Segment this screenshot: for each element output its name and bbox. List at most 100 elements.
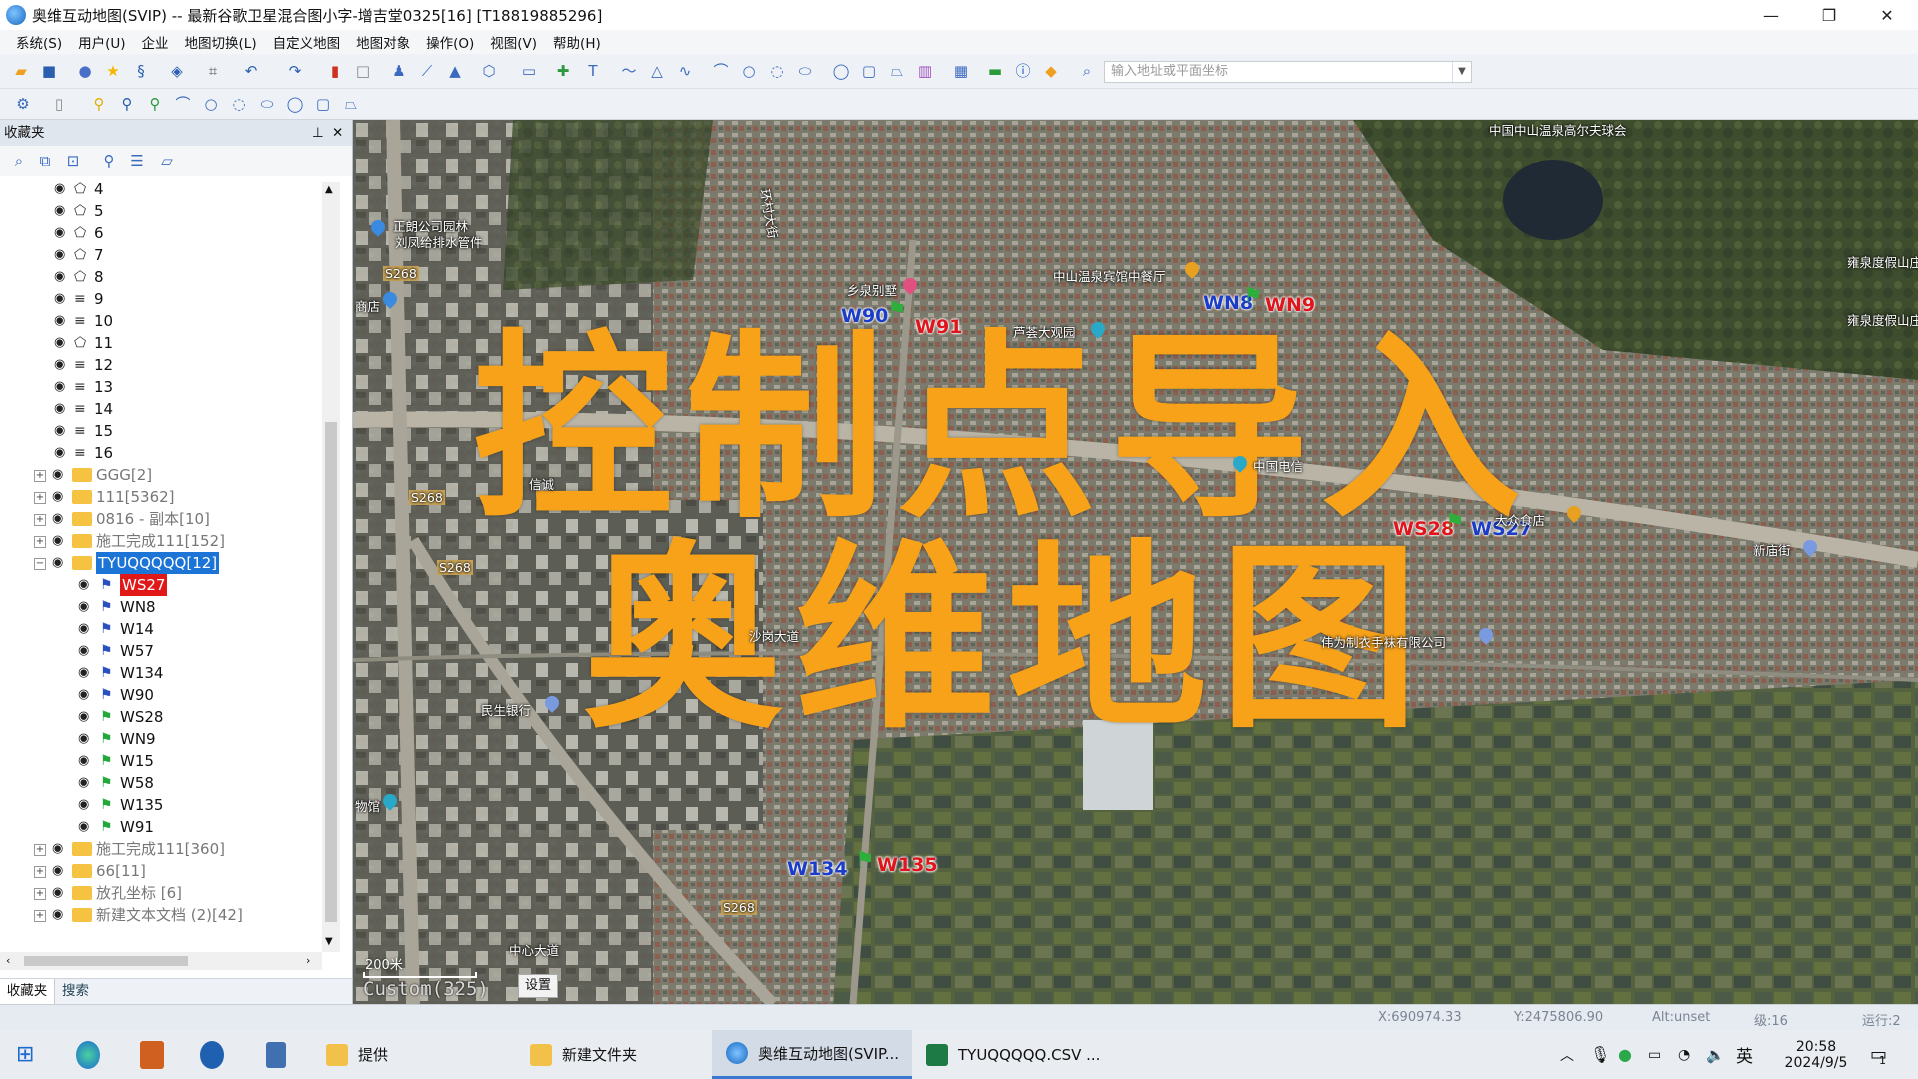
tree-row[interactable]: ◉ ⚑ W135 <box>0 794 320 816</box>
close-button[interactable]: ✕ <box>1858 0 1916 30</box>
taskbar-ovital-map[interactable]: 奥维互动地图(SVIP... <box>712 1030 912 1079</box>
marker-icon[interactable]: ⚲ <box>100 152 118 170</box>
poi-label[interactable]: 中山温泉宾馆中餐厅 <box>1053 266 1166 285</box>
tree-row[interactable]: ◉ ⚑ W58 <box>0 772 320 794</box>
tree-item-label[interactable]: WN9 <box>120 728 156 750</box>
control-point-label[interactable]: W135 <box>877 854 938 876</box>
chevron-up-icon[interactable]: ︿ <box>1560 1030 1580 1079</box>
tree-row[interactable]: + ◉ 施工完成111[152] <box>0 530 320 552</box>
tree-item-label[interactable]: 新建文本文档 (2)[42] <box>96 904 243 926</box>
wechat-icon[interactable]: ● <box>1618 1030 1640 1079</box>
redo-icon[interactable]: ↷ <box>286 62 304 80</box>
menu-view[interactable]: 视图(V) <box>482 32 545 52</box>
green-pin-icon[interactable]: ⚑ <box>1445 510 1465 535</box>
poi-label[interactable]: 中国中山温泉高尔夫球会 <box>1489 120 1627 139</box>
poi-label[interactable]: 伟为制衣手袜有限公司 <box>1321 632 1446 651</box>
chevron-down-icon[interactable]: ▼ <box>1452 62 1471 82</box>
tree-item-label[interactable]: 放孔坐标 [6] <box>96 882 182 904</box>
arc2-icon[interactable]: ◌ <box>230 95 248 113</box>
tree-item-label[interactable]: 7 <box>94 244 104 266</box>
tree-item-label[interactable]: W14 <box>120 618 154 640</box>
ruler-icon[interactable]: ⟋ <box>418 62 436 80</box>
tree-row[interactable]: ◉ ⚑ WS27 <box>0 574 320 596</box>
control-point-label[interactable]: W90 <box>841 305 888 327</box>
restore-button[interactable]: ❐ <box>1800 0 1858 30</box>
tree-item-label[interactable]: 13 <box>94 376 113 398</box>
visibility-eye-icon[interactable]: ◉ <box>54 358 70 371</box>
green-pin-icon[interactable]: ⚑ <box>855 848 875 873</box>
folder-icon[interactable]: ▱ <box>158 152 176 170</box>
tree-item-label[interactable]: 0816 - 副本[10] <box>96 508 210 530</box>
tree-item-label[interactable]: W57 <box>120 640 154 662</box>
menu-user[interactable]: 用户(U) <box>70 32 133 52</box>
tree-item-label[interactable]: 8 <box>94 266 104 288</box>
collapse-icon[interactable]: − <box>34 558 46 570</box>
yellow-pin-icon[interactable]: ⚲ <box>90 95 108 113</box>
poi-label[interactable]: 中心大道 <box>509 940 559 959</box>
battery-icon[interactable]: ▭ <box>1648 1030 1670 1079</box>
poi-label[interactable]: 新庙街 <box>1753 540 1791 559</box>
poi-label[interactable]: 乡泉别墅 <box>847 280 897 299</box>
circle-icon[interactable]: ○ <box>740 62 758 80</box>
tree-row[interactable]: ◉ ⚑ W14 <box>0 618 320 640</box>
tree-row[interactable]: ◉ ⚑ W90 <box>0 684 320 706</box>
tree-item-label[interactable]: 施工完成111[360] <box>96 838 225 860</box>
visibility-eye-icon[interactable]: ◉ <box>78 776 94 789</box>
open-icon[interactable]: ▰ <box>12 62 30 80</box>
tree-row[interactable]: ◉ ≡ 16 <box>0 442 320 464</box>
rect2-icon[interactable]: ▢ <box>314 95 332 113</box>
gradient-icon[interactable]: ▥ <box>916 62 934 80</box>
visibility-eye-icon[interactable]: ◉ <box>78 754 94 767</box>
poly2-icon[interactable]: ⏢ <box>342 95 360 113</box>
poly-shape-icon[interactable]: ⏢ <box>888 62 906 80</box>
tree-item-label[interactable]: 14 <box>94 398 113 420</box>
visibility-eye-icon[interactable]: ◉ <box>54 292 70 305</box>
curve-icon[interactable]: ∿ <box>676 62 694 80</box>
edge-icon[interactable] <box>76 1030 110 1079</box>
expand-icon[interactable]: + <box>34 866 46 878</box>
green-pin-icon[interactable]: ⚑ <box>887 298 907 323</box>
tree-item-label[interactable]: WN8 <box>120 596 156 618</box>
visibility-eye-icon[interactable]: ◉ <box>54 402 70 415</box>
tree-row[interactable]: ◉ ≡ 9 <box>0 288 320 310</box>
tree-row[interactable]: ◉ ⬠ 6 <box>0 222 320 244</box>
save-icon[interactable]: ■ <box>40 62 58 80</box>
visibility-eye-icon[interactable]: ◉ <box>52 468 68 481</box>
taskbar-folder-provide[interactable]: 提供 <box>326 1030 486 1079</box>
crop-icon[interactable]: ⌗ <box>204 62 222 80</box>
tab-favorites[interactable]: 收藏夹 <box>0 979 55 1005</box>
pin-panel-icon[interactable]: ⊥ <box>312 120 324 146</box>
tree-item-label[interactable]: WS28 <box>120 706 163 728</box>
marker-icon[interactable]: ♟ <box>390 62 408 80</box>
ring2-icon[interactable]: ◯ <box>286 95 304 113</box>
undo-icon[interactable]: ↶ <box>242 62 260 80</box>
tree-row[interactable]: ◉ ⚑ W91 <box>0 816 320 838</box>
delete-icon[interactable]: ▮ <box>326 62 344 80</box>
visibility-eye-icon[interactable]: ◉ <box>54 204 70 217</box>
poi-label[interactable]: 大众食店 <box>1495 510 1545 529</box>
circle2-icon[interactable]: ○ <box>202 95 220 113</box>
visibility-eye-icon[interactable]: ◉ <box>78 688 94 701</box>
tree-row[interactable]: ◉ ⚑ WN9 <box>0 728 320 750</box>
tree-item-label[interactable]: 111[5362] <box>96 486 175 508</box>
satellite-map[interactable]: 控制点导入 奥维地图 W90 ⚑ W91 WN8 ⚑ WN9 WS28 ⚑ WS… <box>353 120 1918 1004</box>
visibility-eye-icon[interactable]: ◉ <box>78 578 94 591</box>
expand-icon[interactable]: + <box>34 514 46 526</box>
visibility-eye-icon[interactable]: ◉ <box>52 512 68 525</box>
tree-item-label[interactable]: 12 <box>94 354 113 376</box>
favorite-star-icon[interactable]: ★ <box>104 62 122 80</box>
green-pin-icon[interactable]: ⚑ <box>1243 284 1263 309</box>
visibility-eye-icon[interactable]: ◉ <box>78 622 94 635</box>
users-icon[interactable]: ● <box>76 62 94 80</box>
taskbar-folder-new[interactable]: 新建文件夹 <box>530 1030 710 1079</box>
visibility-eye-icon[interactable]: ◉ <box>52 534 68 547</box>
pin-add-icon[interactable]: ✚ <box>554 62 572 80</box>
link-icon[interactable]: § <box>132 62 150 80</box>
area-icon[interactable]: ▲ <box>446 62 464 80</box>
volume-icon[interactable]: 🔈 <box>1706 1030 1728 1079</box>
menu-map-objects[interactable]: 地图对象 <box>348 32 418 52</box>
tree-row[interactable]: + ◉ 放孔坐标 [6] <box>0 882 320 904</box>
visibility-eye-icon[interactable]: ◉ <box>54 380 70 393</box>
tree-row[interactable]: ◉ ⚑ WN8 <box>0 596 320 618</box>
menu-operation[interactable]: 操作(O) <box>418 32 482 52</box>
